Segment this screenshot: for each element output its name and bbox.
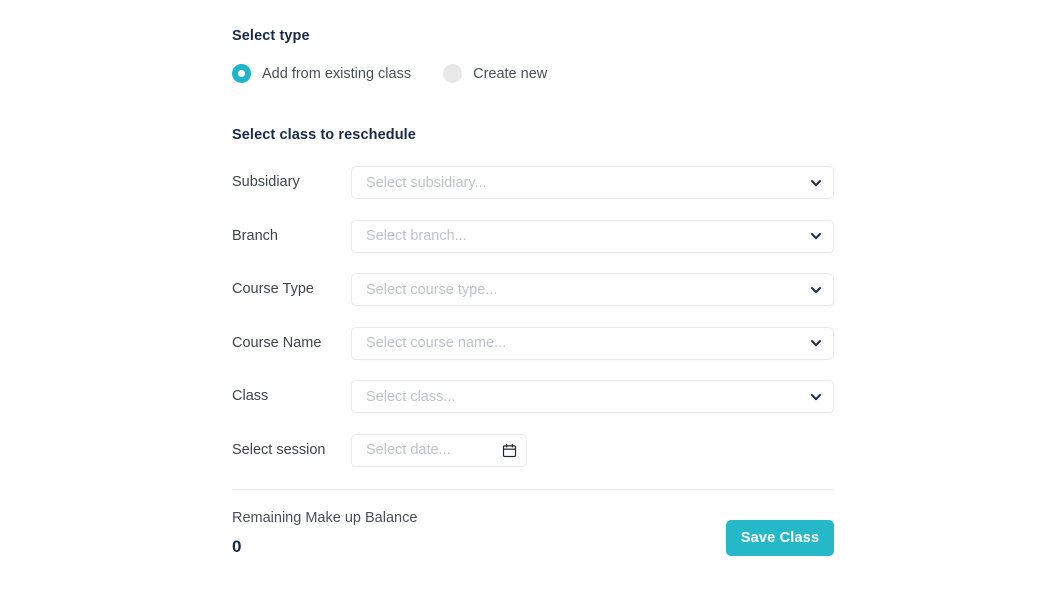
session-date-input[interactable]: Select date... <box>351 433 527 467</box>
chevron-down-icon[interactable] <box>799 283 833 297</box>
form-row-branch: Branch Select branch... <box>232 219 834 274</box>
remaining-balance-value: 0 <box>232 537 242 556</box>
select-type-heading: Select type <box>232 28 310 44</box>
radio-option-create-new[interactable]: Create new <box>443 64 547 83</box>
course-name-select[interactable]: Select course name... <box>351 326 834 360</box>
footer-divider <box>232 489 834 490</box>
form-row-course-name: Course Name Select course name... <box>232 326 834 381</box>
radio-unselected-icon[interactable] <box>443 64 463 83</box>
save-class-button[interactable]: Save Class <box>726 520 834 556</box>
chevron-down-icon[interactable] <box>799 176 833 190</box>
course-type-select[interactable]: Select course type... <box>351 273 834 306</box>
course-name-select-placeholder: Select course name... <box>366 335 507 351</box>
chevron-down-icon[interactable] <box>799 336 833 350</box>
radio-label-create-new: Create new <box>473 65 548 82</box>
radio-option-add-from-existing-class[interactable]: Add from existing class <box>232 64 411 83</box>
session-date-placeholder: Select date... <box>366 442 451 458</box>
remaining-balance-block: Remaining Make up Balance 0 <box>232 508 417 556</box>
radio-selected-icon[interactable] <box>232 64 251 83</box>
form-footer: Remaining Make up Balance 0 Save Class <box>232 508 834 568</box>
radio-label-add-from-existing-class: Add from existing class <box>262 65 412 82</box>
calendar-icon[interactable] <box>492 443 526 458</box>
subsidiary-select[interactable]: Select subsidiary... <box>351 166 834 199</box>
remaining-balance-label: Remaining Make up Balance <box>232 510 418 526</box>
select-type-radio-group[interactable]: Add from existing class Create new <box>232 64 547 83</box>
label-subsidiary: Subsidiary <box>232 174 300 190</box>
class-select-placeholder: Select class... <box>366 388 456 405</box>
reschedule-class-form-page: Select type Add from existing class Crea… <box>0 0 1044 616</box>
label-select-session: Select session <box>232 441 326 458</box>
form-row-subsidiary: Subsidiary Select subsidiary... <box>232 166 834 220</box>
branch-select-placeholder: Select branch... <box>366 228 467 244</box>
select-class-heading: Select class to reschedule <box>232 127 416 143</box>
subsidiary-select-placeholder: Select subsidiary... <box>366 174 487 191</box>
label-branch: Branch <box>232 227 278 244</box>
class-selection-form: Subsidiary Select subsidiary... Branch S… <box>232 166 834 487</box>
branch-select[interactable]: Select branch... <box>351 219 834 253</box>
class-select[interactable]: Select class... <box>351 380 834 413</box>
chevron-down-icon[interactable] <box>799 390 833 404</box>
form-row-select-session: Select session Select date... <box>232 433 834 488</box>
form-row-course-type: Course Type Select course type... <box>232 273 834 327</box>
chevron-down-icon[interactable] <box>799 229 833 243</box>
label-course-type: Course Type <box>232 281 314 297</box>
form-row-class: Class Select class... <box>232 380 834 434</box>
label-course-name: Course Name <box>232 334 322 351</box>
course-type-select-placeholder: Select course type... <box>366 281 498 298</box>
label-class: Class <box>232 388 269 404</box>
